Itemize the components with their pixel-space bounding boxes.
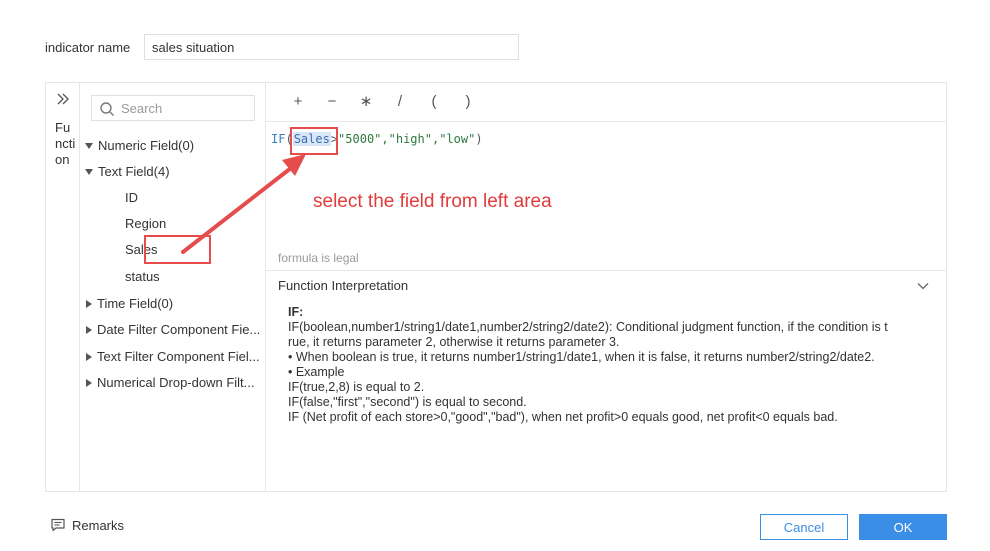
search-icon: [100, 102, 114, 116]
token-highlight-box: [290, 127, 338, 155]
remarks-button[interactable]: Remarks: [50, 517, 124, 533]
tree-group-numerical-dropdown-filter[interactable]: Numerical Drop-down Filt...: [80, 371, 255, 393]
caret-right-icon: [86, 299, 92, 308]
interpretation-heading: IF:: [288, 305, 304, 319]
comment-icon: [51, 518, 65, 532]
interpretation-line: IF(false,"first","second") is equal to s…: [288, 395, 527, 409]
function-interpretation-body: IF: IF(boolean,number1/string1/date1,num…: [288, 305, 928, 425]
annotation-text: select the field from left area: [313, 191, 552, 212]
interpretation-line: • Example: [288, 365, 345, 379]
tree-group-time-field[interactable]: Time Field(0): [80, 292, 173, 314]
operator-open-paren-button[interactable]: (: [424, 91, 444, 113]
formula-arguments: "5000","high","low": [338, 132, 476, 146]
field-search-input[interactable]: [121, 99, 249, 117]
interpretation-line: rue, it returns parameter 2, otherwise i…: [288, 335, 620, 349]
operator-toolbar: + − ∗ / ( ): [266, 83, 946, 122]
cancel-button[interactable]: Cancel: [760, 514, 848, 540]
caret-right-icon: [86, 325, 92, 334]
caret-down-icon: [85, 168, 93, 175]
caret-down-icon: [85, 142, 93, 149]
field-item-status[interactable]: status: [125, 266, 160, 288]
function-interpretation-header[interactable]: Function Interpretation: [266, 270, 946, 300]
operator-minus-button[interactable]: −: [322, 91, 342, 113]
function-panel-label: Function: [55, 120, 76, 167]
operator-close-paren-button[interactable]: ): [458, 91, 478, 113]
interpretation-line: IF(boolean,number1/string1/date1,number2…: [288, 320, 888, 334]
interpretation-line: • When boolean is true, it returns numbe…: [288, 350, 875, 364]
chevron-down-icon[interactable]: [916, 279, 930, 293]
formula-main-area: + − ∗ / ( ) IF(Sales>"5000","high","low"…: [266, 83, 946, 491]
indicator-name-label: indicator name: [45, 40, 131, 55]
function-panel-strip[interactable]: Function: [46, 83, 80, 491]
formula-status: formula is legal: [278, 251, 359, 265]
formula-function-name: IF: [271, 132, 286, 146]
interpretation-line: IF (Net profit of each store>0,"good","b…: [288, 410, 838, 424]
ok-button[interactable]: OK: [859, 514, 947, 540]
function-interpretation-title: Function Interpretation: [278, 278, 409, 293]
tree-group-text-field[interactable]: Text Field(4): [80, 160, 170, 182]
operator-plus-button[interactable]: +: [288, 91, 308, 113]
field-panel: Numeric Field(0) Text Field(4) ID Region…: [80, 83, 266, 491]
remarks-label: Remarks: [72, 517, 125, 533]
field-item-region[interactable]: Region: [125, 213, 166, 235]
field-search-box[interactable]: [91, 95, 255, 121]
indicator-name-input[interactable]: [144, 34, 519, 60]
tree-group-date-filter[interactable]: Date Filter Component Fie...: [80, 318, 260, 340]
tree-group-text-filter[interactable]: Text Filter Component Fiel...: [80, 345, 260, 367]
formula-editor: Function Numeric Field(0) Text Field(4) …: [45, 82, 947, 492]
tree-group-numeric-field[interactable]: Numeric Field(0): [80, 134, 194, 156]
operator-divide-button[interactable]: /: [390, 91, 410, 113]
caret-right-icon: [86, 378, 92, 387]
double-chevron-right-icon[interactable]: [55, 91, 71, 107]
field-item-id[interactable]: ID: [125, 187, 138, 209]
sales-highlight-box: [144, 235, 211, 264]
interpretation-line: IF(true,2,8) is equal to 2.: [288, 380, 425, 394]
caret-right-icon: [86, 352, 92, 361]
formula-close-paren: ): [475, 132, 483, 146]
operator-multiply-button[interactable]: ∗: [356, 91, 376, 113]
